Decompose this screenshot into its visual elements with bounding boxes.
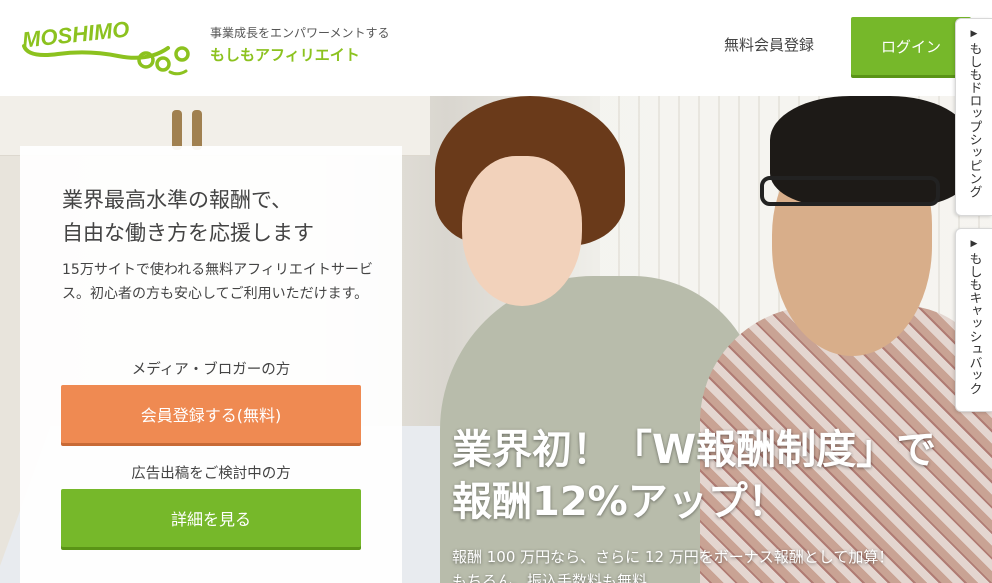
site-header: MOSHIMO 事業成長をエンパワーメントする もしもアフィリエイト 無料会員登… xyxy=(0,0,992,96)
promo-sub-line-2: もちろん、振込手数料も無料 xyxy=(452,572,648,583)
door-handle xyxy=(172,110,182,150)
woman-face xyxy=(462,156,582,306)
advertiser-label: 広告出稿をご検討中の方 xyxy=(131,466,291,482)
arrow-right-icon: ▶ xyxy=(970,29,978,39)
arrow-right-icon: ▶ xyxy=(970,239,978,249)
promo-subtext: 報酬 100 万円なら、さらに 12 万円をボーナス報酬として加算！ もちろん、… xyxy=(452,545,972,583)
login-button[interactable]: ログイン xyxy=(851,17,971,75)
promo-title-line-2: 報酬12%アップ！ xyxy=(452,479,788,525)
glasses-icon xyxy=(760,176,940,206)
media-blogger-label: メディア・ブロガーの方 xyxy=(131,362,291,378)
site-tagline: 事業成長をエンパワーメントする xyxy=(210,26,390,40)
free-register-link[interactable]: 無料会員登録 xyxy=(724,34,814,55)
side-tab-label: もしもキャッシュバック xyxy=(966,252,982,395)
side-tab-dropshipping[interactable]: ▶ もしもドロップシッピング xyxy=(955,18,992,216)
register-free-button[interactable]: 会員登録する(無料) xyxy=(61,385,361,443)
moshimo-logo[interactable]: MOSHIMO xyxy=(18,16,198,78)
promo-title-line-1: 業界初！「W報酬制度」で xyxy=(452,427,937,473)
side-tab-label: もしもドロップシッピング xyxy=(966,42,982,198)
signup-card: 業界最高水準の報酬で、 自由な働き方を応援します 15万サイトで使われる無料アフ… xyxy=(20,146,402,583)
brand-name: もしもアフィリエイト xyxy=(210,46,360,64)
logo-mascot-icon xyxy=(22,44,190,76)
headline-line-1: 業界最高水準の報酬で、 xyxy=(62,188,293,212)
promo-title: 業界初！「W報酬制度」で 報酬12%アップ！ xyxy=(452,424,972,528)
view-details-button[interactable]: 詳細を見る xyxy=(61,489,361,547)
door-handle xyxy=(192,110,202,150)
card-headline: 業界最高水準の報酬で、 自由な働き方を応援します xyxy=(62,184,392,250)
card-description: 15万サイトで使われる無料アフィリエイトサービス。初心者の方も安心してご利用いた… xyxy=(62,262,373,302)
headline-line-2: 自由な働き方を応援します xyxy=(62,221,314,245)
side-tab-cashback[interactable]: ▶ もしもキャッシュバック xyxy=(955,228,992,412)
promo-sub-line-1: 報酬 100 万円なら、さらに 12 万円をボーナス報酬として加算！ xyxy=(452,548,894,566)
